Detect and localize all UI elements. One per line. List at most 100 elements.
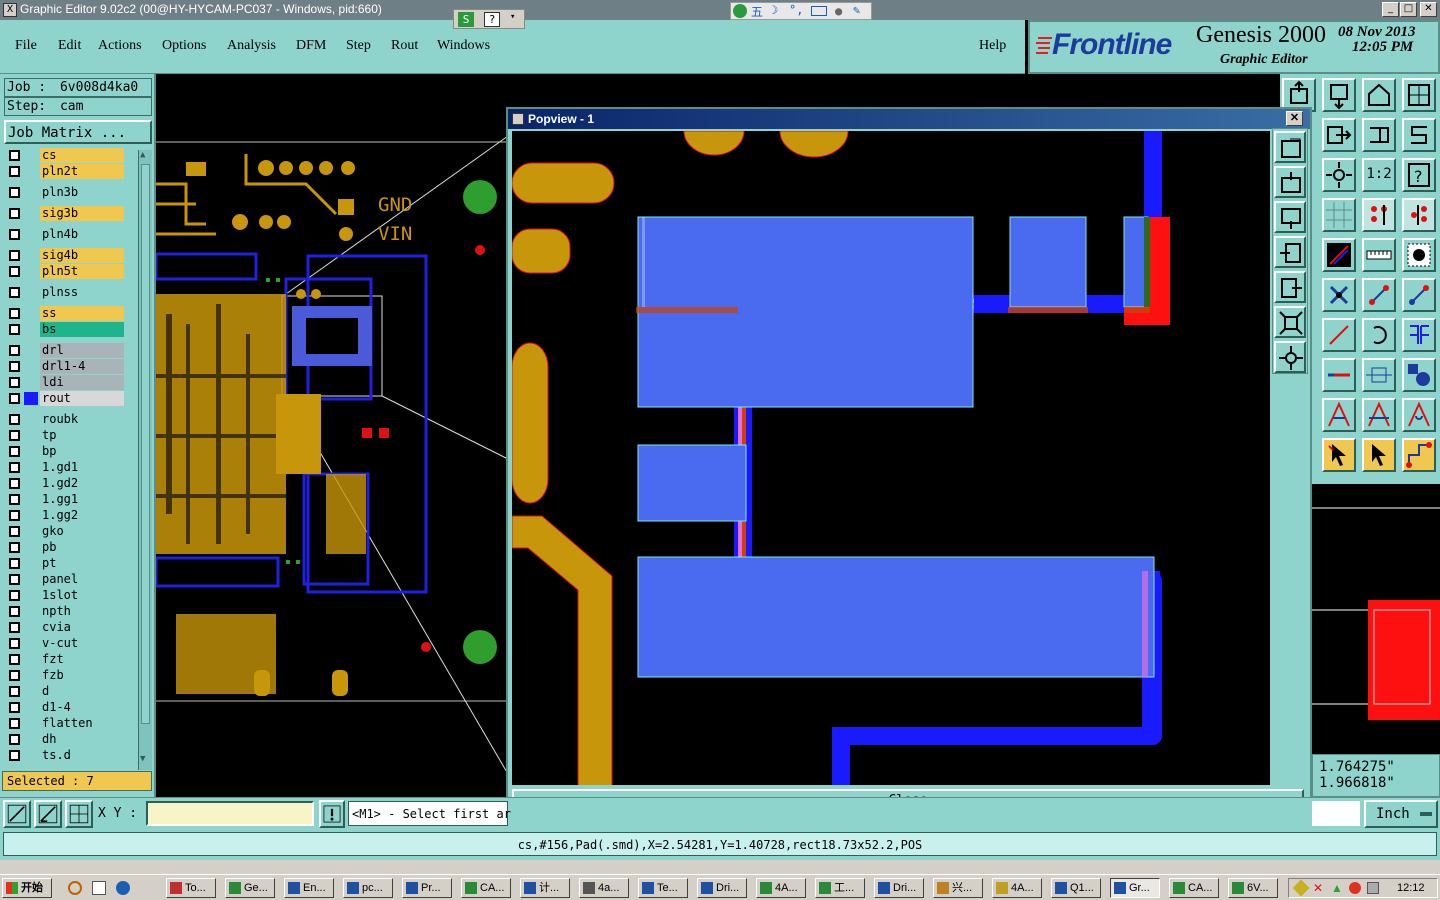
layer-row[interactable]: tp xyxy=(6,428,124,443)
layer-checkbox[interactable] xyxy=(9,430,20,441)
layer-row[interactable]: dh xyxy=(6,732,124,747)
zoom-area-button[interactable] xyxy=(3,800,31,828)
taskbar-item[interactable]: 4A... xyxy=(756,878,806,898)
taskbar-item[interactable]: To... xyxy=(166,878,216,898)
tool-window[interactable] xyxy=(1402,78,1436,112)
layer-checkbox[interactable] xyxy=(9,526,20,537)
layer-row[interactable]: plnss xyxy=(6,285,124,300)
layer-row[interactable]: fzt xyxy=(6,652,124,667)
menu-analysis[interactable]: Analysis xyxy=(227,38,276,54)
layer-checkbox[interactable] xyxy=(9,494,20,505)
tool-snap[interactable] xyxy=(1402,118,1436,152)
layer-checkbox[interactable] xyxy=(9,542,20,553)
scroll-thumb[interactable] xyxy=(141,164,150,724)
layer-row[interactable]: sig4b xyxy=(6,248,124,263)
menu-windows[interactable]: Windows xyxy=(437,38,490,54)
menu-help[interactable]: Help xyxy=(979,38,1006,54)
xy-input[interactable] xyxy=(146,801,314,826)
layer-row[interactable]: cvia xyxy=(6,620,124,635)
layer-checkbox[interactable] xyxy=(9,702,20,713)
taskbar-item[interactable]: 4A... xyxy=(992,878,1042,898)
layer-row[interactable]: roubk xyxy=(6,412,124,427)
layer-checkbox[interactable] xyxy=(9,750,20,761)
tool-layer-red[interactable] xyxy=(1362,198,1396,232)
layer-row[interactable]: pt xyxy=(6,556,124,571)
help-icon[interactable]: ? xyxy=(484,12,500,27)
layer-row[interactable]: flatten xyxy=(6,716,124,731)
layer-row[interactable]: 1.gg1 xyxy=(6,492,124,507)
layer-checkbox[interactable] xyxy=(9,558,20,569)
layer-color-swatch[interactable] xyxy=(24,573,38,586)
layer-color-swatch[interactable] xyxy=(24,621,38,634)
keyboard-icon[interactable] xyxy=(811,6,827,16)
taskbar-item[interactable]: Dri... xyxy=(697,878,747,898)
layer-row[interactable]: npth xyxy=(6,604,124,619)
layer-color-swatch[interactable] xyxy=(24,445,38,458)
layer-checkbox[interactable] xyxy=(9,638,20,649)
minimize-button[interactable]: _ xyxy=(1382,2,1399,17)
quicklaunch-ie-icon[interactable] xyxy=(116,881,130,895)
tool-route[interactable] xyxy=(1402,438,1436,472)
popview-titlebar[interactable]: Popview - 1 ✕ xyxy=(508,109,1310,129)
menu-dfm[interactable]: DFM xyxy=(296,38,326,54)
layer-row[interactable]: gko xyxy=(6,524,124,539)
layer-row[interactable]: 1.gd1 xyxy=(6,460,124,475)
s-icon[interactable]: S xyxy=(458,12,474,27)
layer-row[interactable]: drl xyxy=(6,343,124,358)
tool-stretch[interactable] xyxy=(1362,358,1396,392)
layer-checkbox[interactable] xyxy=(9,734,20,745)
taskbar-item[interactable]: CA... xyxy=(1169,878,1219,898)
layer-checkbox[interactable] xyxy=(9,574,20,585)
layer-row[interactable]: ts.d xyxy=(6,748,124,763)
layer-row[interactable]: pln5t xyxy=(6,264,124,279)
layer-row[interactable]: panel xyxy=(6,572,124,587)
layer-color-swatch[interactable] xyxy=(24,541,38,554)
taskbar-item[interactable]: 工... xyxy=(815,878,865,898)
pv-zoom-in[interactable] xyxy=(1274,306,1306,338)
units-select[interactable]: Inch xyxy=(1364,800,1438,828)
mini-view[interactable] xyxy=(1312,484,1440,754)
layer-checkbox[interactable] xyxy=(9,229,20,240)
layer-color-swatch[interactable] xyxy=(24,509,38,522)
layer-color-swatch[interactable] xyxy=(24,717,38,730)
layer-color-swatch[interactable] xyxy=(24,701,38,714)
grid-button[interactable] xyxy=(65,800,93,828)
quicklaunch-edit-icon[interactable] xyxy=(92,881,106,895)
tool-select-box[interactable] xyxy=(1402,238,1436,272)
layer-color-swatch[interactable] xyxy=(24,165,38,178)
menu-step[interactable]: Step xyxy=(346,38,371,54)
layer-color-swatch[interactable] xyxy=(24,525,38,538)
tray-icon-4[interactable] xyxy=(1349,882,1361,894)
taskbar-item[interactable]: pc... xyxy=(343,878,393,898)
layer-checkbox[interactable] xyxy=(9,361,20,372)
layer-checkbox[interactable] xyxy=(9,414,20,425)
layer-row[interactable]: cs xyxy=(6,148,124,163)
layer-color-swatch[interactable] xyxy=(24,733,38,746)
taskbar-item[interactable]: Pr... xyxy=(402,878,452,898)
layer-checkbox[interactable] xyxy=(9,718,20,729)
ime-logo-icon[interactable] xyxy=(733,4,747,18)
tray-icon-1[interactable] xyxy=(1292,879,1310,897)
info-button[interactable] xyxy=(319,800,345,828)
layer-color-swatch[interactable] xyxy=(24,286,38,299)
layer-checkbox[interactable] xyxy=(9,208,20,219)
layer-checkbox[interactable] xyxy=(9,654,20,665)
menu-actions[interactable]: Actions xyxy=(98,38,142,54)
taskbar-item[interactable]: Q1... xyxy=(1051,878,1101,898)
tool-cut-line[interactable] xyxy=(1322,358,1356,392)
taskbar-item[interactable]: Te... xyxy=(638,878,688,898)
layer-color-swatch[interactable] xyxy=(24,376,38,389)
layer-checkbox[interactable] xyxy=(9,606,20,617)
tool-move[interactable] xyxy=(1362,278,1396,312)
maximize-button[interactable]: □ xyxy=(1400,2,1417,17)
job-matrix-button[interactable]: Job Matrix ... xyxy=(4,120,152,144)
scroll-up-icon[interactable]: ▲ xyxy=(140,150,151,162)
layer-color-swatch[interactable] xyxy=(24,557,38,570)
layer-color-swatch[interactable] xyxy=(24,186,38,199)
taskbar-item[interactable]: CA... xyxy=(461,878,511,898)
taskbar-item[interactable]: 4a... xyxy=(579,878,629,898)
layer-color-swatch[interactable] xyxy=(24,413,38,426)
taskbar-item[interactable]: 兴... xyxy=(933,878,983,898)
layer-checkbox[interactable] xyxy=(9,150,20,161)
tool-grid[interactable] xyxy=(1322,198,1356,232)
